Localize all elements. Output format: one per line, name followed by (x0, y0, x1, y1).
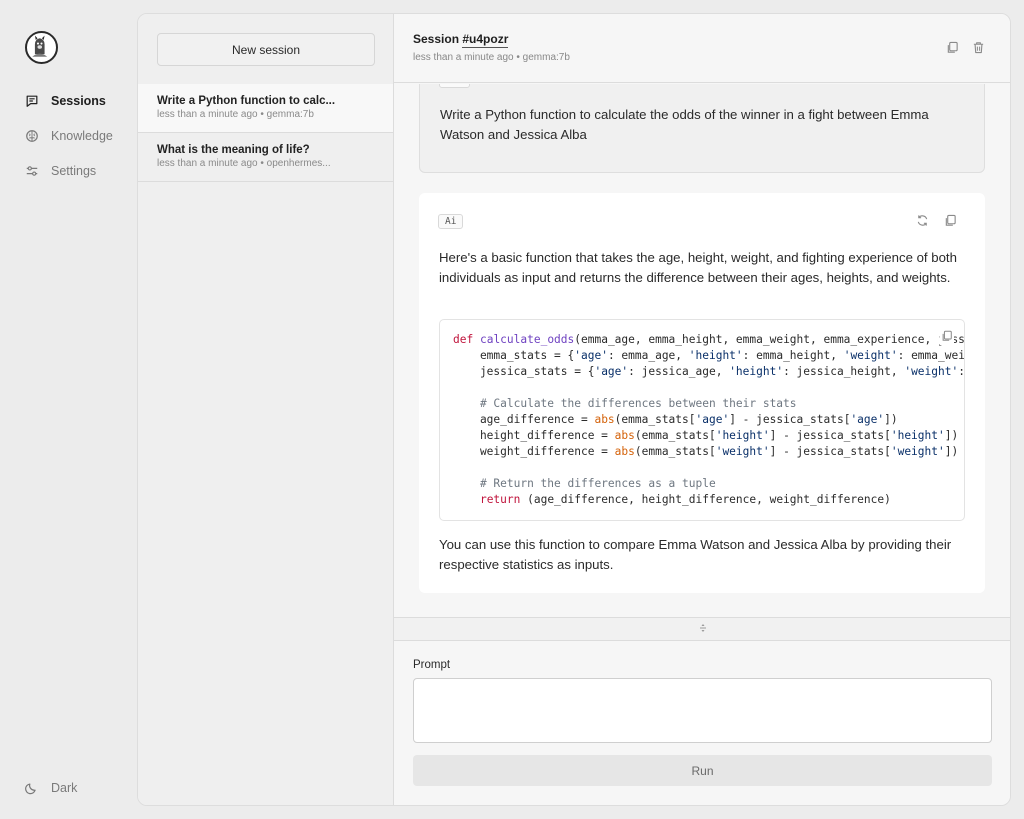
delete-session-button[interactable] (970, 42, 986, 58)
ai-message-intro: Here's a basic function that takes the a… (439, 250, 957, 285)
main-panel: New session Write a Python function to c… (137, 13, 1011, 806)
session-title: What is the meaning of life? (157, 144, 310, 156)
nav-item-knowledge[interactable]: Knowledge (24, 125, 113, 147)
role-badge-you: You (439, 84, 471, 88)
regenerate-button[interactable] (914, 215, 930, 231)
llama-avatar-icon[interactable] (25, 31, 58, 64)
nav-item-settings[interactable]: Settings (24, 160, 96, 182)
nav-item-label: Settings (51, 164, 97, 178)
run-button[interactable]: Run (413, 755, 992, 786)
session-item[interactable]: Write a Python function to calc... less … (138, 84, 393, 133)
session-meta: less than a minute ago • gemma:7b (413, 52, 570, 63)
chat-header: Session #u4pozr less than a minute ago •… (394, 14, 1010, 83)
session-item[interactable]: What is the meaning of life? less than a… (138, 133, 393, 182)
nav-item-sessions[interactable]: Sessions (24, 90, 106, 112)
left-nav: Sessions Knowledge Settings Dark (0, 0, 137, 819)
prompt-input[interactable] (413, 678, 992, 743)
sessions-list: New session Write a Python function to c… (138, 14, 394, 805)
dark-mode-toggle[interactable]: Dark (24, 777, 77, 799)
session-meta: less than a minute ago • gemma:7b (157, 109, 314, 120)
copy-icon (941, 329, 953, 347)
copy-message-button[interactable] (942, 214, 958, 232)
chat-area: Session #u4pozr less than a minute ago •… (394, 14, 1010, 805)
moon-icon (24, 781, 39, 796)
trash-icon (972, 41, 985, 59)
session-heading-prefix: Session (413, 32, 463, 46)
copy-icon (946, 41, 959, 59)
session-heading: Session #u4pozr (413, 32, 993, 48)
dark-mode-label: Dark (51, 781, 78, 795)
session-id-link[interactable]: #u4pozr (462, 32, 509, 48)
drag-handle-icon (698, 620, 708, 638)
resize-handle[interactable] (394, 617, 1010, 641)
code-block[interactable]: def calculate_odds(emma_age, emma_height… (439, 319, 965, 521)
message-list[interactable]: You Write a Python function to calculate… (394, 84, 1010, 616)
sliders-icon (24, 164, 39, 179)
copy-session-button[interactable] (944, 41, 960, 59)
user-message-text: Write a Python function to calculate the… (440, 107, 929, 142)
user-message: You Write a Python function to calculate… (419, 84, 985, 173)
nav-item-label: Sessions (51, 94, 106, 108)
session-title: Write a Python function to calc... (157, 95, 336, 107)
nav-item-label: Knowledge (51, 129, 113, 143)
refresh-icon (916, 214, 929, 232)
role-badge-ai: Ai (438, 214, 464, 229)
copy-code-button[interactable] (940, 329, 954, 347)
session-meta: less than a minute ago • openhermes... (157, 158, 331, 169)
code-content: def calculate_odds(emma_age, emma_height… (453, 333, 965, 506)
chat-icon (24, 94, 39, 109)
copy-icon (944, 214, 957, 232)
prompt-label: Prompt (413, 659, 451, 671)
ai-message-outro: You can use this function to compare Emm… (439, 537, 952, 572)
brain-icon (24, 129, 39, 144)
new-session-button[interactable]: New session (157, 33, 375, 66)
ai-message: Ai Here's a basic function that takes th… (419, 193, 985, 593)
